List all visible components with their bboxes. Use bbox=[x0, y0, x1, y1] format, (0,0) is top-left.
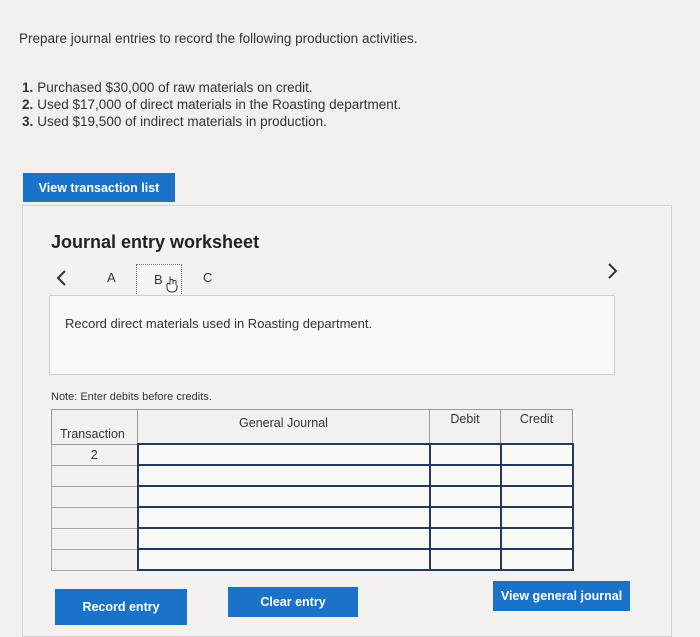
journal-header-row: Transaction General Journal Debit Credit bbox=[51, 409, 573, 445]
account-select[interactable] bbox=[136, 464, 431, 487]
transaction-header: Transaction bbox=[51, 409, 138, 445]
task-text: Used $17,000 of direct materials in the … bbox=[37, 97, 402, 112]
chevron-right-icon[interactable] bbox=[607, 262, 619, 286]
table-row bbox=[51, 485, 574, 508]
general-journal-header: General Journal bbox=[137, 409, 430, 445]
pointer-hand-icon bbox=[165, 275, 179, 293]
chevron-left-icon[interactable] bbox=[55, 269, 67, 293]
view-general-journal-button[interactable]: View general journal bbox=[493, 581, 630, 611]
transaction-cell: 2 bbox=[51, 443, 138, 466]
question-prompt: Prepare journal entries to record the fo… bbox=[19, 31, 418, 46]
task-text: Purchased $30,000 of raw materials on cr… bbox=[37, 80, 313, 95]
table-row bbox=[51, 548, 574, 571]
task-number: 1. bbox=[22, 80, 34, 95]
account-select[interactable] bbox=[136, 506, 431, 529]
account-select[interactable] bbox=[136, 548, 431, 571]
tab-b-label: B bbox=[154, 272, 163, 287]
task-number: 3. bbox=[22, 114, 34, 129]
debit-header: Debit bbox=[429, 409, 501, 445]
transaction-cell bbox=[51, 527, 138, 550]
credit-input[interactable] bbox=[499, 506, 574, 529]
journal-table: Transaction General Journal Debit Credit… bbox=[51, 409, 574, 571]
debit-input[interactable] bbox=[428, 527, 502, 550]
transaction-cell bbox=[51, 485, 138, 508]
table-row bbox=[51, 527, 574, 550]
entry-description-box: Record direct materials used in Roasting… bbox=[49, 295, 615, 375]
debit-input[interactable] bbox=[428, 443, 502, 466]
transaction-cell bbox=[51, 548, 138, 571]
journal-entry-worksheet: Journal entry worksheet A B C Record dir… bbox=[22, 205, 672, 637]
credit-input[interactable] bbox=[499, 485, 574, 508]
task-item: 2. Used $17,000 of direct materials in th… bbox=[22, 96, 401, 113]
table-row: 2 bbox=[51, 443, 574, 466]
table-row bbox=[51, 506, 574, 529]
credit-input[interactable] bbox=[499, 548, 574, 571]
credit-header: Credit bbox=[500, 409, 573, 445]
debit-input[interactable] bbox=[428, 464, 502, 487]
credit-input[interactable] bbox=[499, 464, 574, 487]
tab-a[interactable]: A bbox=[107, 270, 116, 285]
clear-entry-button[interactable]: Clear entry bbox=[228, 587, 358, 617]
account-select[interactable] bbox=[136, 527, 431, 550]
task-list: 1. Purchased $30,000 of raw materials on … bbox=[22, 79, 401, 130]
transaction-cell bbox=[51, 506, 138, 529]
view-transaction-list-button[interactable]: View transaction list bbox=[23, 173, 175, 202]
task-text: Used $19,500 of indirect materials in pr… bbox=[37, 114, 327, 129]
debit-input[interactable] bbox=[428, 506, 502, 529]
table-row bbox=[51, 464, 574, 487]
tab-c[interactable]: C bbox=[203, 270, 212, 285]
entry-description: Record direct materials used in Roasting… bbox=[65, 316, 373, 331]
task-number: 2. bbox=[22, 97, 34, 112]
task-item: 1. Purchased $30,000 of raw materials on … bbox=[22, 79, 401, 96]
account-select[interactable] bbox=[136, 485, 431, 508]
debit-input[interactable] bbox=[428, 548, 502, 571]
transaction-cell bbox=[51, 464, 138, 487]
worksheet-title: Journal entry worksheet bbox=[51, 232, 260, 252]
task-item: 3. Used $19,500 of indirect materials in … bbox=[22, 113, 401, 130]
credit-input[interactable] bbox=[499, 443, 574, 466]
entry-note: Note: Enter debits before credits. bbox=[51, 391, 212, 403]
debit-input[interactable] bbox=[428, 485, 502, 508]
record-entry-button[interactable]: Record entry bbox=[55, 589, 187, 625]
credit-input[interactable] bbox=[499, 527, 574, 550]
account-select[interactable] bbox=[136, 443, 431, 466]
